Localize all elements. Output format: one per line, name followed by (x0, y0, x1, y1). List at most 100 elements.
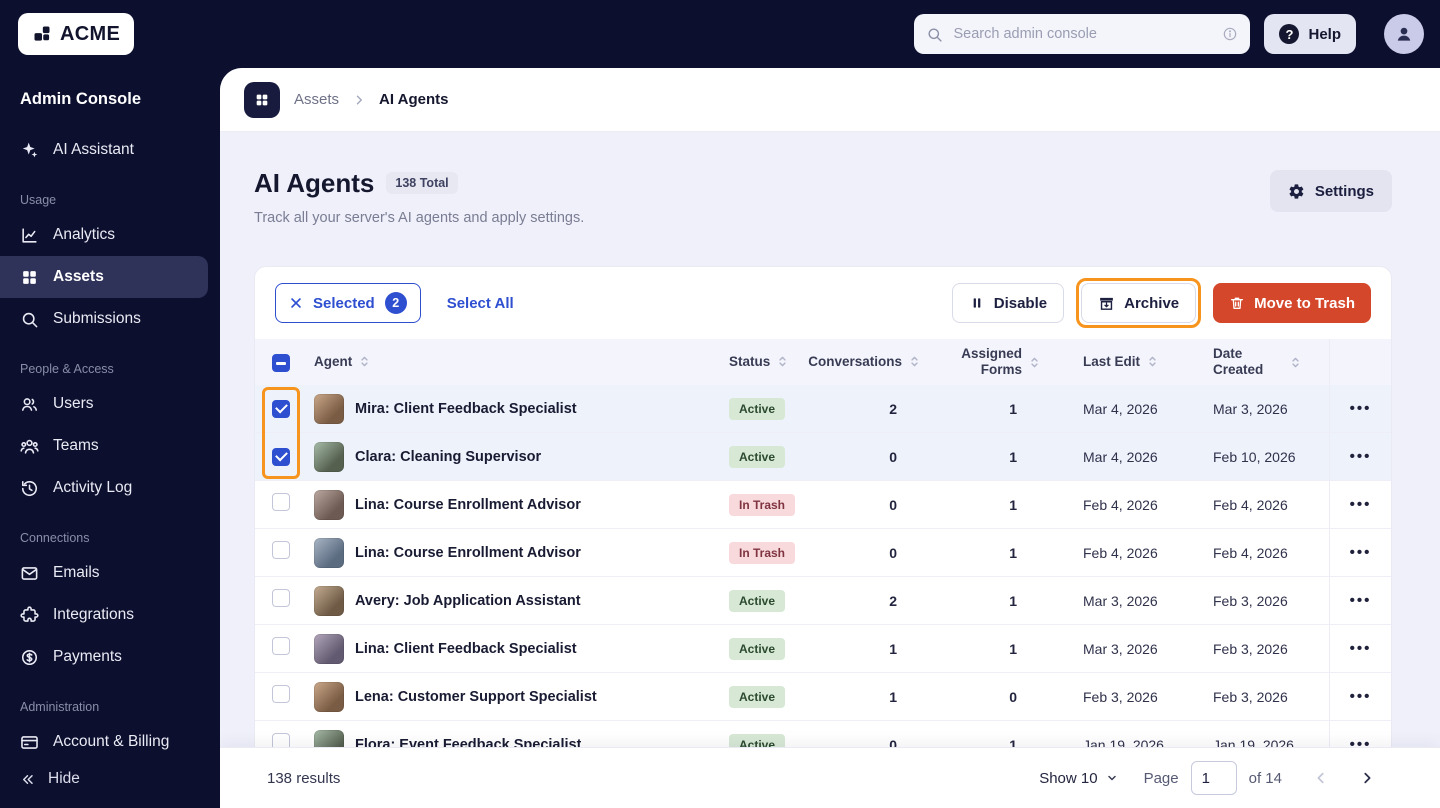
row-checkbox[interactable] (272, 685, 290, 703)
last-edit-cell: Feb 3, 2026 (1071, 689, 1201, 705)
select-all-checkbox[interactable] (272, 354, 290, 372)
status-badge: Active (729, 638, 785, 660)
admin-search[interactable] (914, 14, 1250, 54)
clear-selection-button[interactable]: Selected 2 (275, 283, 421, 323)
chevron-right-icon (1360, 771, 1374, 785)
breadcrumb: Assets AI Agents (220, 68, 1440, 132)
info-icon[interactable] (1222, 26, 1238, 42)
disable-button[interactable]: Disable (952, 283, 1064, 323)
row-menu-button[interactable] (1350, 640, 1372, 657)
column-header-assigned-forms[interactable]: Assigned Forms (951, 346, 1071, 377)
last-edit-cell: Mar 3, 2026 (1071, 641, 1201, 657)
status-cell: Active (721, 398, 841, 420)
archive-button[interactable]: Archive (1081, 283, 1196, 323)
show-per-page-select[interactable]: Show 10 (1039, 770, 1117, 787)
agents-table-card: Selected 2 Select All Disable Archive (254, 266, 1392, 768)
assigned-forms-cell: 1 (951, 401, 1071, 417)
header-actions-cell (1329, 339, 1391, 385)
table-header: Agent Status Conversations Assigned Form… (255, 339, 1391, 385)
sidebar-item-payments[interactable]: Payments (0, 636, 220, 678)
sidebar-item-analytics[interactable]: Analytics (0, 214, 220, 256)
help-button[interactable]: ? Help (1264, 14, 1356, 54)
table-row[interactable]: Clara: Cleaning Supervisor Active 0 1 Ma… (255, 433, 1391, 481)
sort-icon (1289, 356, 1302, 369)
sidebar-item-assets[interactable]: Assets (0, 256, 208, 298)
sidebar-item-ai-assistant[interactable]: AI Assistant (0, 129, 220, 171)
hide-sidebar-button[interactable]: Hide (0, 760, 100, 798)
row-checkbox[interactable] (272, 493, 290, 511)
row-menu-button[interactable] (1350, 688, 1372, 705)
status-badge: In Trash (729, 542, 795, 564)
column-header-conversations[interactable]: Conversations (841, 354, 951, 370)
agent-cell: Mira: Client Feedback Specialist (301, 394, 721, 424)
row-checkbox[interactable] (272, 541, 290, 559)
column-header-last-edit[interactable]: Last Edit (1071, 354, 1201, 370)
sort-icon (908, 355, 921, 368)
page-label: Page (1144, 770, 1179, 787)
user-icon (20, 395, 39, 414)
prev-page-button[interactable] (1304, 761, 1338, 795)
row-menu-button[interactable] (1350, 544, 1372, 561)
breadcrumb-assets[interactable]: Assets (294, 91, 339, 108)
status-badge: Active (729, 686, 785, 708)
sidebar-item-integrations[interactable]: Integrations (0, 594, 220, 636)
settings-button[interactable]: Settings (1270, 170, 1392, 212)
agent-avatar (314, 538, 344, 568)
row-actions-cell (1329, 481, 1391, 528)
close-icon (289, 296, 303, 310)
row-menu-button[interactable] (1350, 400, 1372, 417)
column-header-date-created[interactable]: Date Created (1201, 346, 1329, 377)
row-menu-button[interactable] (1350, 496, 1372, 513)
row-actions-cell (1329, 529, 1391, 576)
sidebar-item-label: Teams (53, 437, 99, 455)
row-checkbox[interactable] (272, 448, 290, 466)
sidebar-item-label: Emails (53, 564, 100, 582)
table-row[interactable]: Avery: Job Application Assistant Active … (255, 577, 1391, 625)
sidebar-item-label: AI Assistant (53, 141, 134, 159)
row-checkbox-cell (255, 447, 301, 466)
user-avatar[interactable] (1384, 14, 1424, 54)
sidebar-item-activity-log[interactable]: Activity Log (0, 467, 220, 509)
row-checkbox[interactable] (272, 589, 290, 607)
next-page-button[interactable] (1350, 761, 1384, 795)
sidebar-item-label: Activity Log (53, 479, 132, 497)
sidebar-item-emails[interactable]: Emails (0, 552, 220, 594)
sidebar-item-submissions[interactable]: Submissions (0, 298, 220, 340)
conversations-cell: 0 (841, 497, 951, 513)
row-menu-button[interactable] (1350, 592, 1372, 609)
row-checkbox[interactable] (272, 637, 290, 655)
sidebar-item-users[interactable]: Users (0, 383, 220, 425)
billing-icon (20, 733, 39, 752)
select-all-link[interactable]: Select All (447, 295, 514, 312)
column-header-agent[interactable]: Agent (301, 354, 721, 370)
sidebar-item-label: Account & Billing (53, 733, 169, 751)
page-input[interactable] (1191, 761, 1237, 795)
sidebar-item-label: Payments (53, 648, 122, 666)
gear-icon (1288, 183, 1305, 200)
row-checkbox[interactable] (272, 400, 290, 418)
pagination: Show 10 Page of 14 (1039, 761, 1384, 795)
table-row[interactable]: Lina: Course Enrollment Advisor In Trash… (255, 529, 1391, 577)
date-created-cell: Feb 10, 2026 (1201, 449, 1329, 465)
mail-icon (20, 564, 39, 583)
table-row[interactable]: Mira: Client Feedback Specialist Active … (255, 385, 1391, 433)
page-of-label: of 14 (1249, 770, 1282, 787)
row-menu-button[interactable] (1350, 448, 1372, 465)
assigned-forms-cell: 1 (951, 497, 1071, 513)
grid-icon (20, 268, 39, 287)
agent-cell: Lina: Client Feedback Specialist (301, 634, 721, 664)
acme-logo[interactable]: ACME (18, 13, 134, 55)
table-row[interactable]: Lina: Client Feedback Specialist Active … (255, 625, 1391, 673)
dollar-icon (20, 648, 39, 667)
assigned-forms-cell: 1 (951, 641, 1071, 657)
table-row[interactable]: Lena: Customer Support Specialist Active… (255, 673, 1391, 721)
row-checkbox-cell (255, 637, 301, 660)
sidebar-item-teams[interactable]: Teams (0, 425, 220, 467)
search-input[interactable] (953, 26, 1212, 42)
table-row[interactable]: Lina: Course Enrollment Advisor In Trash… (255, 481, 1391, 529)
sort-icon (1028, 356, 1041, 369)
sort-icon (776, 355, 789, 368)
move-to-trash-button[interactable]: Move to Trash (1213, 283, 1371, 323)
sidebar-item-account-billing[interactable]: Account & Billing (0, 721, 220, 763)
status-cell: Active (721, 638, 841, 660)
